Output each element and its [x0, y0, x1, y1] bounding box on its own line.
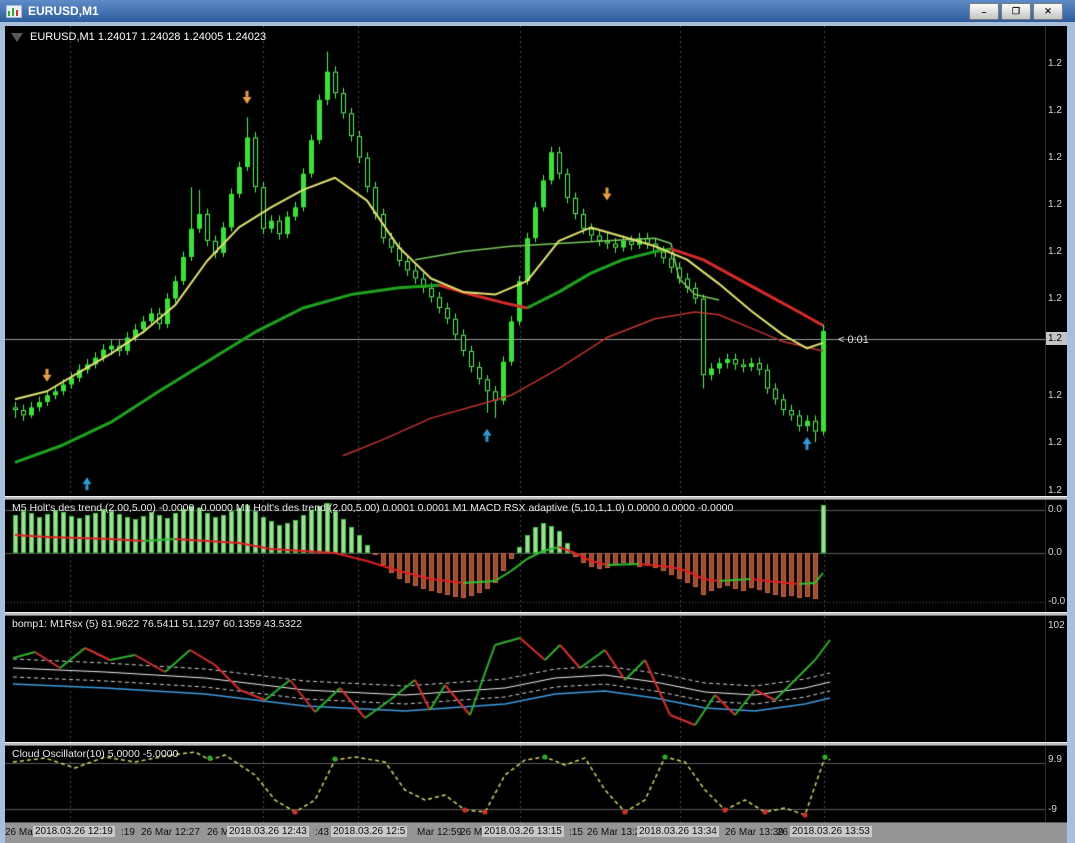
- axis-label: 0.0: [1048, 504, 1062, 515]
- axis-label: 1.2: [1048, 199, 1062, 210]
- time-label: 26 Mar 12:27: [141, 827, 200, 838]
- window-title: EURUSD,M1: [28, 4, 99, 18]
- window-controls: – ❐ ✕: [969, 3, 1063, 20]
- axis-label: 9.9: [1048, 754, 1062, 765]
- time-label: 2018.03.26 12:5: [331, 826, 408, 837]
- time-label: 2018.03.26 12:19: [33, 826, 115, 837]
- indicator2-label: bomp1: M1Rsx (5) 81.9622 76.5411 51.1297…: [12, 618, 302, 630]
- close-button[interactable]: ✕: [1033, 3, 1063, 20]
- chart-info: EURUSD,M1 1.24017 1.24028 1.24005 1.2402…: [11, 31, 266, 43]
- time-label: 2018.03.26 12:43: [227, 826, 309, 837]
- time-label: 2018.03.26 13:15: [482, 826, 564, 837]
- axis-label: 1.2: [1048, 437, 1062, 448]
- time-label: 26: [777, 827, 789, 838]
- time-label: 26 Mar 13:2: [587, 827, 641, 838]
- main-chart-panel: EURUSD,M1 1.24017 1.24028 1.24005 1.2402…: [5, 26, 1045, 496]
- axis-label: -0.0: [1048, 596, 1066, 607]
- indicator3-axis[interactable]: 9.9 -9: [1045, 746, 1067, 822]
- axis-label: 1.2: [1048, 152, 1062, 163]
- indicator1-canvas[interactable]: [5, 500, 1045, 612]
- indicator2-canvas[interactable]: [5, 616, 1045, 742]
- indicator3-panel: Cloud Oscillator(10) 5.0000 -5.0000: [5, 746, 1045, 822]
- time-axis[interactable]: 26 Ma 2018.03.26 12:19 :19 26 Mar 12:27 26 M…: [5, 822, 1067, 843]
- time-label: Mar 12:59: [417, 827, 463, 838]
- bar-countdown-label: < 0:01: [838, 334, 869, 346]
- axis-label: 1.2: [1048, 58, 1062, 69]
- main-chart-canvas[interactable]: [5, 26, 1045, 496]
- time-label: :15: [569, 827, 583, 838]
- time-label: 26 Mar 13:39: [725, 827, 784, 838]
- indicator1-axis[interactable]: 0.0 0.0 -0.0: [1045, 500, 1067, 612]
- time-label: 2018.03.26 13:34: [637, 826, 719, 837]
- axis-label: 1.2: [1048, 105, 1062, 116]
- indicator2-panel: bomp1: M1Rsx (5) 81.9622 76.5411 51.1297…: [5, 616, 1045, 742]
- minimize-button[interactable]: –: [969, 3, 999, 20]
- indicator1-label: M5 Holt's des trend (2.00,5.00) -0.0000 …: [12, 502, 734, 514]
- axis-label: 102: [1048, 620, 1065, 631]
- time-label: :43: [315, 827, 329, 838]
- axis-label: 0.0: [1048, 547, 1062, 558]
- axis-label: 1.2: [1048, 485, 1062, 496]
- maximize-button[interactable]: ❐: [1001, 3, 1031, 20]
- time-label: 2018.03.26 13:53: [790, 826, 872, 837]
- quick-trade-arrow-icon[interactable]: [11, 32, 23, 42]
- axis-label: -9: [1048, 804, 1057, 815]
- axis-label: 1.2: [1048, 390, 1062, 401]
- indicator1-panel: M5 Holt's des trend (2.00,5.00) -0.0000 …: [5, 500, 1045, 612]
- indicator2-axis[interactable]: 102: [1045, 616, 1067, 742]
- price-axis[interactable]: 1.2 1.2 1.2 1.2 1.2 1.2 1.2 1.2 1.2 1.2: [1045, 26, 1067, 496]
- time-label: :19: [121, 827, 135, 838]
- current-price-tag: 1.2: [1046, 332, 1067, 345]
- chart-info-label: EURUSD,M1 1.24017 1.24028 1.24005 1.2402…: [30, 31, 267, 43]
- indicator3-label: Cloud Oscillator(10) 5.0000 -5.0000: [12, 748, 179, 760]
- window-border-right: [1067, 22, 1075, 843]
- chart-icon: [5, 4, 23, 18]
- axis-label: 1.2: [1048, 246, 1062, 257]
- axis-label: 1.2: [1048, 293, 1062, 304]
- chart-window: EURUSD,M1 – ❐ ✕ EURUSD,M1 1.24017 1.2402…: [0, 0, 1075, 843]
- titlebar[interactable]: EURUSD,M1 – ❐ ✕: [0, 0, 1075, 22]
- time-label: 26 Ma: [5, 827, 33, 838]
